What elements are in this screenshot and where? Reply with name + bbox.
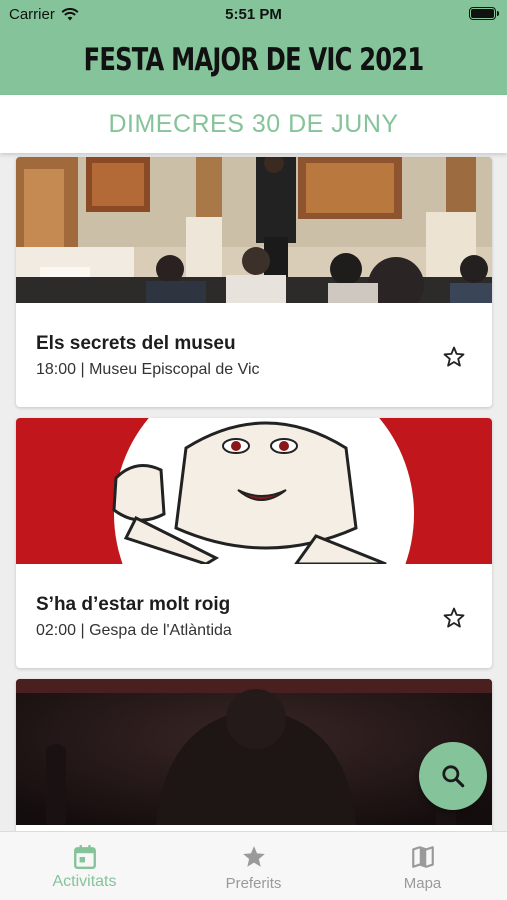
tab-label: Preferits	[225, 875, 282, 892]
event-image-dark	[16, 679, 492, 825]
status-bar: Carrier 5:51 PM	[0, 0, 507, 30]
event-time-location: 02:00 | Gespa de l'Atlàntida	[36, 622, 232, 639]
event-title: S’ha d’estar molt roig	[36, 594, 231, 615]
app-title: FESTA MAJOR DE VIC 2021	[83, 42, 425, 78]
search-icon	[442, 765, 465, 788]
event-image-museu	[16, 157, 492, 303]
tab-mapa[interactable]: Mapa	[338, 832, 507, 900]
event-card-museu[interactable]: Els secrets del museu 18:00 | Museu Epis…	[16, 157, 492, 407]
favorite-star-icon[interactable]	[442, 345, 466, 369]
event-image-roig	[16, 418, 492, 564]
clock: 5:51 PM	[225, 6, 282, 23]
event-title: Els secrets del museu	[36, 333, 236, 354]
battery-icon	[469, 7, 499, 20]
tab-label: Mapa	[403, 875, 442, 892]
app-header: Carrier 5:51 PM FESTA MAJOR DE VIC 2021	[0, 0, 507, 95]
tab-label: Activitats	[52, 873, 117, 890]
date-header: DIMECRES 30 DE JUNY	[108, 110, 399, 138]
tab-activitats[interactable]: Activitats	[0, 832, 169, 900]
event-card-roig[interactable]: S’ha d’estar molt roig 02:00 | Gespa de …	[16, 418, 492, 668]
tab-preferits[interactable]: Preferits	[169, 832, 338, 900]
date-header-bar: DIMECRES 30 DE JUNY	[0, 95, 507, 153]
favorite-star-icon[interactable]	[442, 606, 466, 630]
search-button[interactable]	[419, 742, 487, 810]
bottom-navigation: Activitats Preferits Mapa	[0, 831, 507, 900]
event-time-location: 18:00 | Museu Episcopal de Vic	[36, 361, 260, 378]
star-icon	[243, 846, 265, 867]
map-icon	[412, 846, 434, 868]
calendar-icon	[74, 845, 96, 870]
